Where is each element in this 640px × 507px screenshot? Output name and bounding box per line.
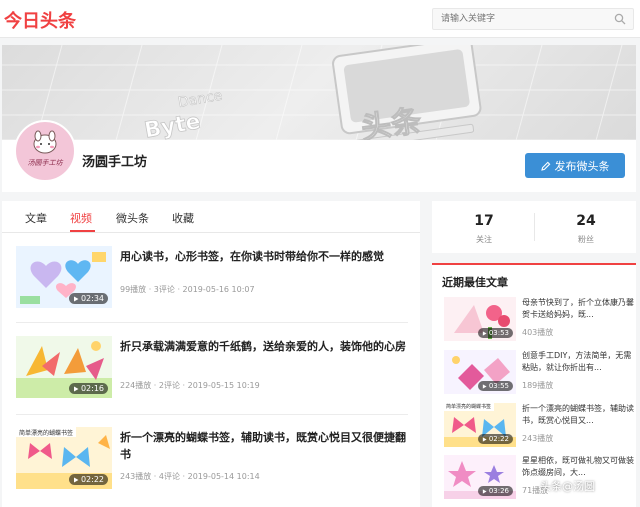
search-icon[interactable] [614, 13, 626, 25]
following-label: 关注 [476, 235, 492, 244]
best-thumbnail[interactable]: 03:53 [444, 297, 516, 341]
article-meta: 224播放 · 2评论 · 2019-05-15 10:19 [120, 381, 260, 390]
video-duration: 02:34 [68, 293, 108, 304]
followers-count[interactable]: 24 [536, 213, 636, 229]
video-duration: 03:55 [477, 381, 513, 391]
banner-dance-text: Dance [177, 88, 224, 111]
video-duration: 02:22 [68, 474, 108, 485]
best-article-item[interactable]: 03:53 母亲节快到了，折个立体康乃馨贺卡送给妈妈，既... 403播放 [444, 297, 634, 343]
best-article-views: 189播放 [522, 381, 554, 390]
play-icon [73, 296, 79, 301]
best-article-item[interactable]: 简单漂亮的蝴蝶书签 02:22 折一个漂亮的蝴蝶书签，辅助读书，既赏心悦目又..… [444, 403, 634, 449]
divider [16, 322, 408, 323]
watermark: 头条@汤圆 [540, 480, 595, 493]
play-icon [482, 383, 487, 389]
pencil-icon [540, 161, 550, 171]
article-title[interactable]: 用心读书，心形书签，在你读书时带给你不一样的感觉 [120, 248, 410, 265]
play-icon [73, 477, 79, 482]
publish-label: 发布微头条 [554, 159, 610, 173]
best-article-item[interactable]: 03:55 创意手工DIY，方法简单，无需粘贴，就让你折出有... 189播放 [444, 350, 634, 396]
divider [16, 414, 408, 415]
following-count[interactable]: 17 [434, 213, 534, 229]
play-icon [482, 488, 487, 494]
active-tab-indicator [70, 230, 95, 232]
tab-articles[interactable]: 文章 [25, 210, 47, 226]
video-duration: 02:16 [68, 383, 108, 394]
article-item[interactable]: 02:16 折只承载满满爱意的千纸鹤，送给亲爱的人，装饰他的心房 224播放 ·… [16, 336, 408, 408]
content-tabs: 文章 视频 微头条 收藏 [2, 201, 420, 233]
video-thumbnail[interactable]: 简单漂亮的蝴蝶书签 02:22 [16, 427, 112, 489]
tab-micro-posts[interactable]: 微头条 [116, 210, 149, 226]
best-article-title[interactable]: 折一个漂亮的蝴蝶书签，辅助读书，既赏心悦目又... [522, 403, 634, 427]
stats-card: 17 关注 24 粉丝 [432, 201, 636, 253]
play-icon [482, 330, 487, 336]
search-input[interactable] [433, 9, 609, 29]
publish-button[interactable]: 发布微头条 [525, 153, 625, 178]
search-box[interactable] [432, 8, 634, 30]
video-thumbnail[interactable]: 02:16 [16, 336, 112, 398]
best-article-title[interactable]: 母亲节快到了，折个立体康乃馨贺卡送给妈妈，既... [522, 297, 634, 321]
video-duration: 03:53 [477, 328, 513, 338]
site-logo[interactable]: 今日头条 [4, 7, 76, 33]
profile-name[interactable]: 汤圆手工坊 [82, 151, 147, 170]
best-article-title[interactable]: 星星相依，既可做礼物又可做装饰点缀房间，大... [522, 455, 634, 479]
best-article-item[interactable]: 03:26 星星相依，既可做礼物又可做装饰点缀房间，大... 71播放 [444, 455, 634, 501]
followers-label: 粉丝 [578, 235, 594, 244]
banner-byte-text: Byte [143, 109, 203, 143]
top-bar: 今日头条 [0, 0, 640, 38]
thumbnail-caption: 简单漂亮的蝴蝶书签 [19, 430, 74, 437]
best-article-views: 243播放 [522, 434, 554, 443]
best-thumbnail[interactable]: 03:26 [444, 455, 516, 499]
content-card: 文章 视频 微头条 收藏 02:34 用心读书，心形书签，在你读书时带给你不一样… [2, 201, 420, 507]
article-meta: 99播放 · 3评论 · 2019-05-16 10:07 [120, 285, 255, 294]
video-duration: 02:22 [477, 434, 513, 444]
article-title[interactable]: 折一个漂亮的蝴蝶书签，辅助读书，既赏心悦目又很便捷翻书 [120, 429, 410, 463]
bunny-avatar-icon [33, 130, 57, 154]
tab-favorites[interactable]: 收藏 [172, 210, 194, 226]
play-icon [482, 436, 487, 442]
play-icon [73, 386, 79, 391]
best-articles-title: 近期最佳文章 [442, 276, 508, 289]
article-item[interactable]: 简单漂亮的蝴蝶书签 02:22 折一个漂亮的蝴蝶书签，辅助读书，既赏心悦目又很便… [16, 427, 408, 499]
best-thumbnail[interactable]: 03:55 [444, 350, 516, 394]
thumbnail-caption: 简单漂亮的蝴蝶书签 [446, 404, 492, 410]
article-meta: 243播放 · 4评论 · 2019-05-14 10:14 [120, 472, 260, 481]
video-thumbnail[interactable]: 02:34 [16, 246, 112, 308]
best-article-views: 403播放 [522, 328, 554, 337]
best-thumbnail[interactable]: 简单漂亮的蝴蝶书签 02:22 [444, 403, 516, 447]
avatar-caption: 汤圆手工坊 [27, 159, 63, 167]
stats-divider [534, 213, 535, 241]
tab-videos[interactable]: 视频 [70, 210, 92, 226]
best-articles-card: 近期最佳文章 03:53 母亲节快到了，折个立体康乃馨贺卡送给妈妈，既... 4… [432, 263, 636, 507]
video-duration: 03:26 [477, 486, 513, 496]
article-item[interactable]: 02:34 用心读书，心形书签，在你读书时带给你不一样的感觉 99播放 · 3评… [16, 246, 408, 318]
article-title[interactable]: 折只承载满满爱意的千纸鹤，送给亲爱的人，装饰他的心房 [120, 338, 410, 355]
avatar[interactable]: 汤圆手工坊 [14, 120, 76, 182]
best-article-title[interactable]: 创意手工DIY，方法简单，无需粘贴，就让你折出有... [522, 350, 634, 374]
